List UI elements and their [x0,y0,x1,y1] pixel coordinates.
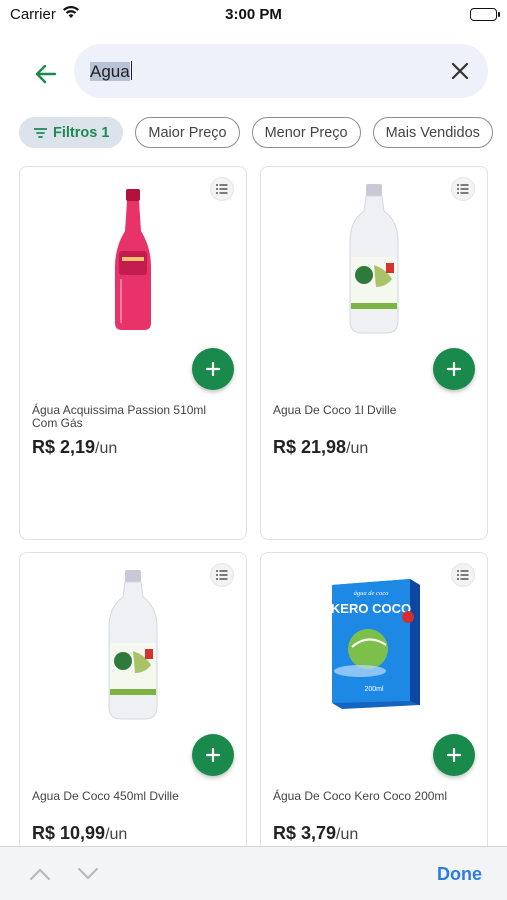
product-price: R$ 21,98/un [273,437,368,458]
sort-best-sellers-chip[interactable]: Mais Vendidos [372,117,493,148]
chevron-down-icon [78,868,98,879]
search-query-text: Agua [90,62,130,81]
clock-time: 3:00 PM [225,6,282,23]
price-value: R$ 2,19 [32,437,96,457]
next-field-button[interactable] [75,861,101,887]
clear-search-button[interactable] [448,59,472,83]
arrow-left-icon [35,64,57,84]
price-value: R$ 10,99 [32,823,106,843]
kero-coco-carton-icon: água de coco KERO COCO 200ml [324,575,424,716]
add-to-cart-button[interactable] [433,348,475,390]
plus-icon [447,362,461,376]
keyboard-toolbar: Done [0,846,507,900]
coconut-water-bottle-icon [105,569,161,726]
filter-icon [34,127,47,138]
price-unit: /un [95,440,118,457]
product-options-button[interactable] [451,563,475,587]
plus-icon [447,748,461,762]
product-options-button[interactable] [451,177,475,201]
chevron-up-icon [30,869,50,880]
product-price: R$ 3,79/un [273,823,358,844]
add-to-cart-button[interactable] [433,734,475,776]
product-price: R$ 2,19/un [32,437,117,458]
sort-lowest-price-chip[interactable]: Menor Preço [251,117,361,148]
product-options-button[interactable] [210,563,234,587]
price-value: R$ 3,79 [273,823,337,843]
product-name: Água De Coco Kero Coco 200ml [273,789,448,803]
price-unit: /un [346,440,369,457]
list-icon [216,184,228,194]
product-card[interactable]: Agua De Coco 450ml Dville R$ 10,99/un [19,552,247,872]
search-input[interactable]: Agua [90,61,133,82]
product-name: Agua De Coco 1l Dville [273,403,397,417]
plus-icon [206,362,220,376]
filter-chips: Filtros 1 Maior Preço Menor Preço Mais V… [19,117,507,149]
carton-top-text: água de coco [354,590,389,597]
close-icon [451,62,469,80]
filters-chip-label: Filtros 1 [53,124,110,141]
product-options-button[interactable] [210,177,234,201]
battery-icon [470,8,500,21]
add-to-cart-button[interactable] [192,348,234,390]
pink-bottle-icon [111,187,155,338]
list-icon [216,570,228,580]
search-bar[interactable]: Agua [74,44,488,98]
price-unit: /un [105,826,128,843]
done-button[interactable]: Done [437,864,482,885]
sort-highest-price-chip[interactable]: Maior Preço [135,117,240,148]
price-unit: /un [336,826,359,843]
plus-icon [206,748,220,762]
back-button[interactable] [30,58,62,90]
product-card[interactable]: Agua De Coco 1l Dville R$ 21,98/un [260,166,488,540]
product-price: R$ 10,99/un [32,823,127,844]
list-icon [457,184,469,194]
carton-volume: 200ml [364,686,384,693]
list-icon [457,570,469,580]
text-cursor [130,61,133,80]
product-card[interactable]: Água Acquissima Passion 510ml Com Gás R$… [19,166,247,540]
carton-brand: KERO COCO [331,601,411,616]
product-name: Agua De Coco 450ml Dville [32,789,179,803]
add-to-cart-button[interactable] [192,734,234,776]
price-value: R$ 21,98 [273,437,347,457]
coconut-water-bottle-icon [346,183,402,340]
product-name: Água Acquissima Passion 510ml Com Gás [32,403,207,430]
previous-field-button[interactable] [27,861,53,887]
status-bar: Carrier 3:00 PM [0,0,507,30]
product-card[interactable]: água de coco KERO COCO 200ml Água De Coc… [260,552,488,872]
filters-chip[interactable]: Filtros 1 [19,117,124,148]
